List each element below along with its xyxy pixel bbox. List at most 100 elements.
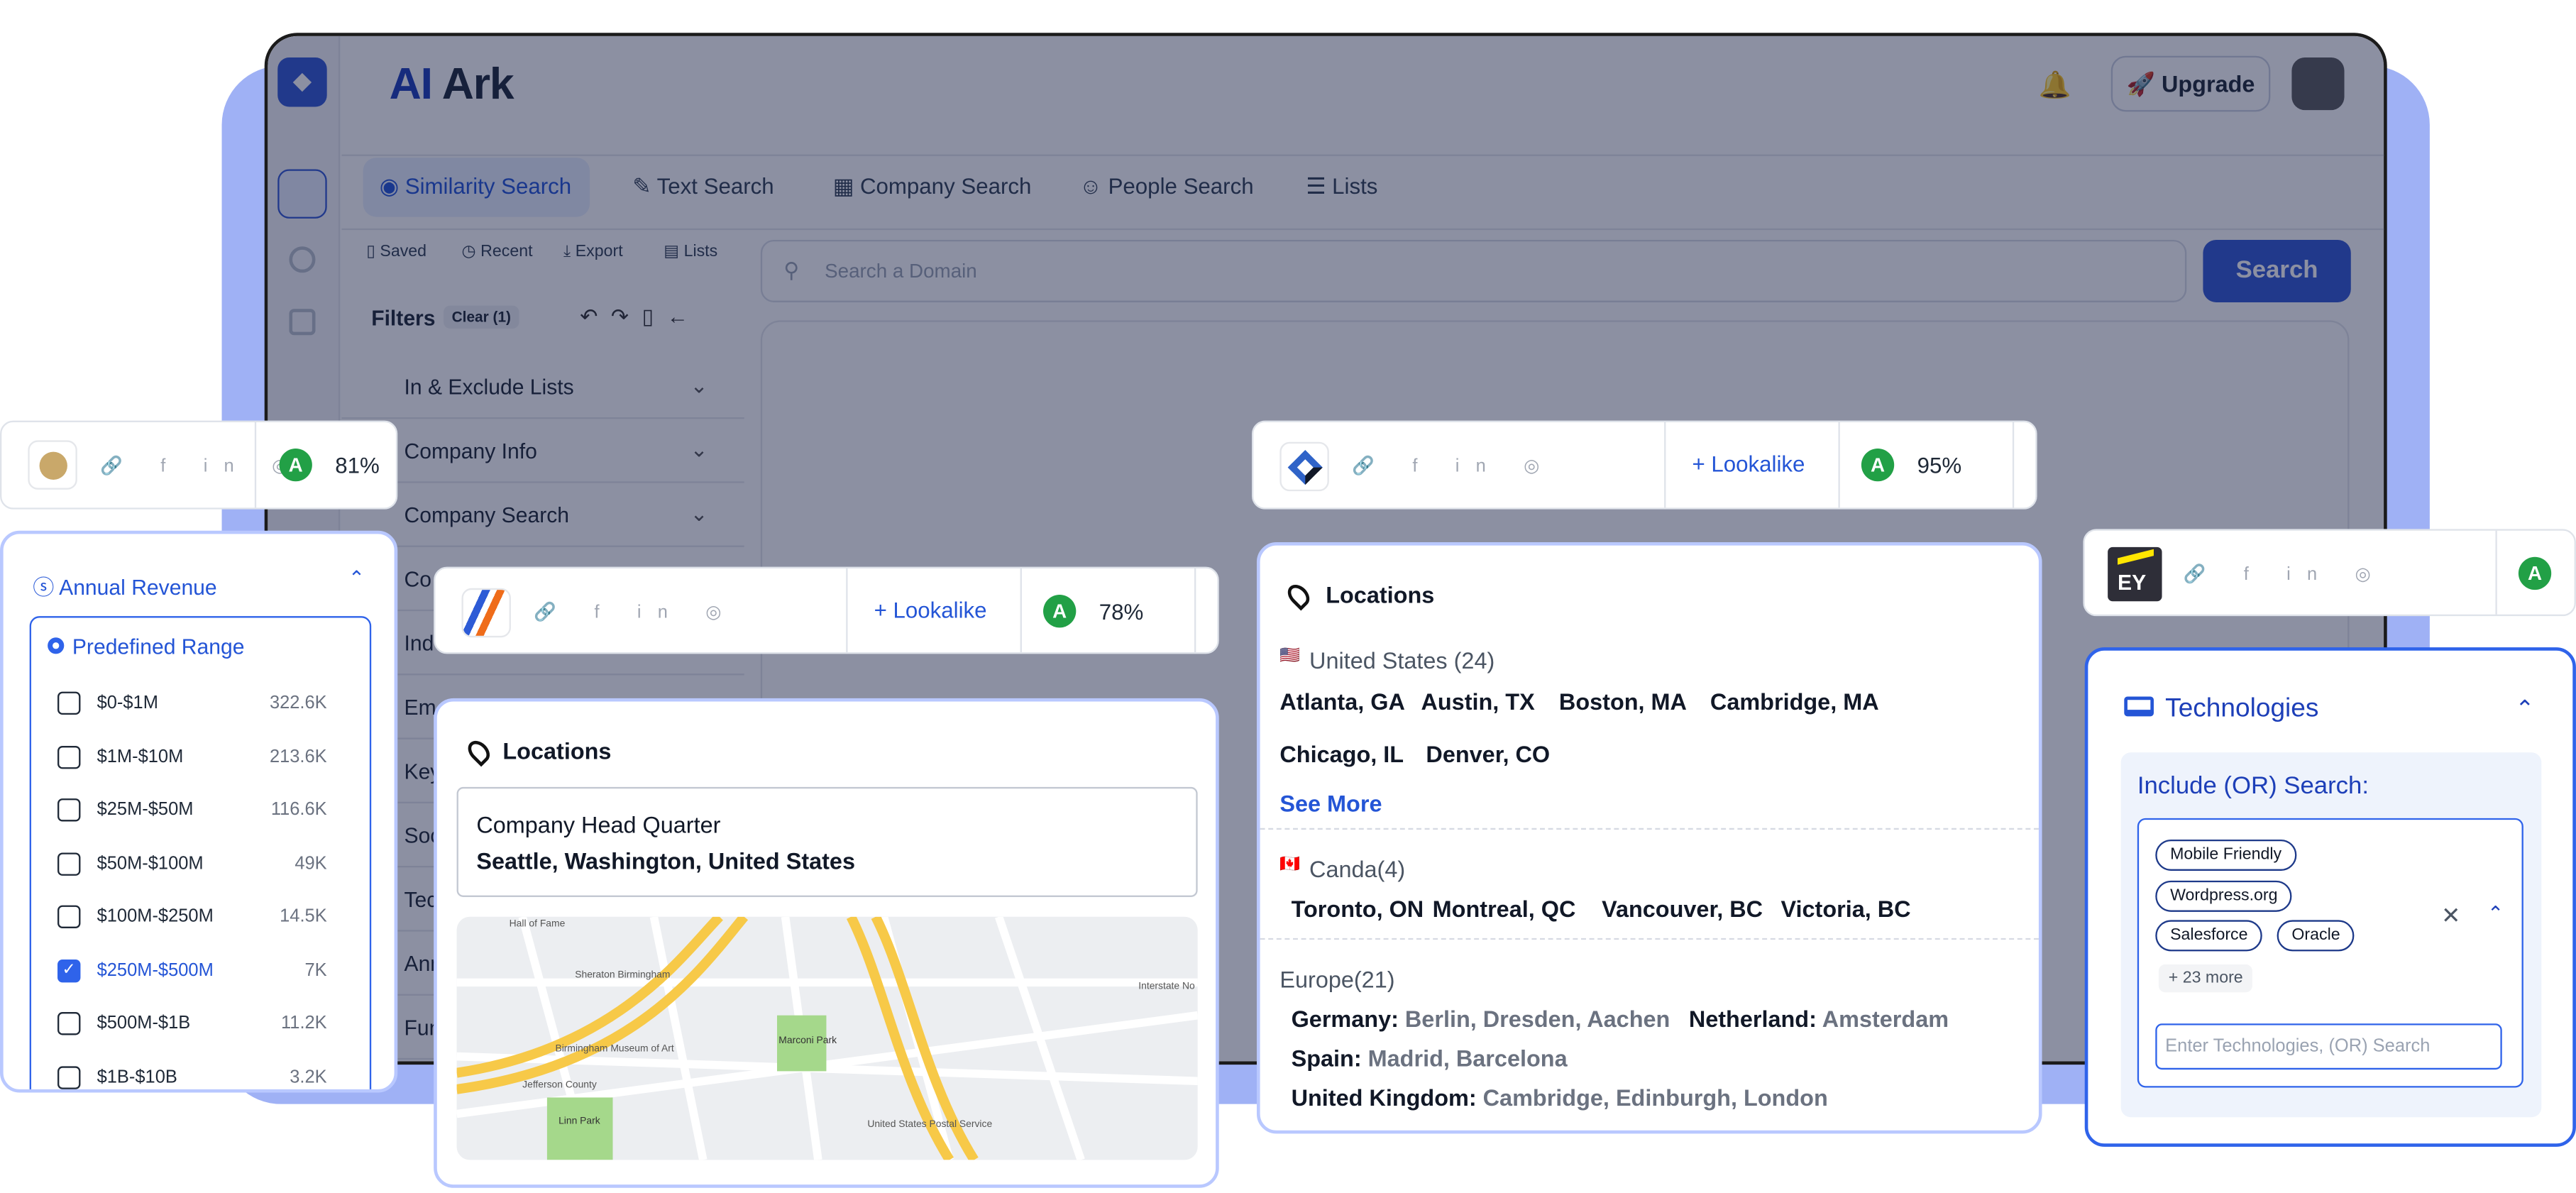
revenue-option-count: 3.2K (290, 1067, 327, 1087)
technologies-title: Technologies (2165, 695, 2319, 723)
revenue-option-label: $1B-$10B (97, 1067, 177, 1087)
checkbox-icon[interactable] (57, 691, 81, 715)
checkbox-icon[interactable] (57, 905, 81, 928)
company-card-95[interactable]: 🔗 f in ◎ + Lookalike A 95% (1252, 420, 2037, 510)
revenue-option-label: $500M-$1B (97, 1013, 191, 1034)
include-section: Include (OR) Search: Mobile Friendly Wor… (2120, 752, 2542, 1118)
city: Toronto, ON (1291, 895, 1424, 922)
social-links[interactable]: 🔗 f in ◎ (2184, 563, 2387, 585)
revenue-option-label: $50M-$100M (97, 853, 204, 874)
chevron-up-icon[interactable]: ⌃ (2515, 695, 2534, 722)
match-percent: 78% (1099, 599, 1144, 625)
country-cities: Cambridge, Edinburgh, London (1482, 1084, 1828, 1111)
park-area (546, 1097, 613, 1160)
social-links[interactable]: 🔗 f in ◎ (1352, 455, 1556, 477)
match-percent: 95% (1917, 453, 1962, 478)
tech-tag[interactable]: Mobile Friendly (2155, 839, 2296, 871)
revenue-option[interactable]: $0-$1M 322.6K (31, 677, 353, 730)
revenue-option[interactable]: $100M-$250M 14.5K (31, 891, 353, 943)
range-box: Predefined Range $0-$1M 322.6K $1M-$10M 213… (29, 616, 372, 1089)
divider (1260, 828, 2039, 830)
map-label: Interstate No (1138, 980, 1195, 991)
revenue-option-count: 116.6K (270, 800, 327, 820)
ey-logo-text: EY (2118, 570, 2147, 595)
revenue-option-label: $1M-$10M (97, 747, 184, 766)
revenue-option[interactable]: $25M-$50M 116.6K (31, 784, 353, 836)
country-cities: Amsterdam (1822, 1005, 1949, 1032)
tech-tag[interactable]: Wordpress.org (2155, 880, 2293, 912)
location-pin-icon (1283, 580, 1314, 611)
company-card-78[interactable]: 🔗 f in ◎ + Lookalike A 78% (434, 566, 1219, 654)
reliance-logo-icon (39, 451, 67, 480)
revenue-option-count: 49K (295, 853, 327, 874)
locations-title: Locations (1326, 581, 1435, 608)
lookalike-button[interactable]: + Lookalike (874, 598, 987, 623)
map-label: Sheraton Birmingham (575, 968, 670, 979)
checkbox-icon[interactable] (57, 852, 81, 875)
social-links[interactable]: 🔗 f in ◎ (100, 455, 304, 477)
revenue-title: Annual Revenue (59, 575, 217, 600)
grade-badge: A (1861, 448, 1895, 482)
divider (1664, 422, 1666, 508)
locations-title: Locations (502, 737, 612, 764)
tech-tag[interactable]: Salesforce (2155, 920, 2263, 952)
see-more-link[interactable]: See More (1279, 791, 1382, 817)
city: Vancouver, BC (1602, 895, 1763, 922)
annual-revenue-header[interactable]: ⓢ Annual Revenue (33, 570, 216, 601)
close-icon[interactable]: ✕ (2441, 902, 2460, 930)
company-card-81[interactable]: 🔗 f in ◎ A 81% (0, 420, 398, 510)
revenue-option-count: 322.6K (269, 693, 327, 713)
city: Atlanta, GA (1279, 688, 1405, 715)
company-card-ey[interactable]: EY 🔗 f in ◎ A (2083, 529, 2576, 617)
divider (1020, 568, 1022, 653)
hq-value: Seattle, Washington, United States (476, 847, 855, 874)
include-label: Include (OR) Search: (2137, 772, 2369, 801)
lookalike-button[interactable]: + Lookalike (1692, 452, 1805, 477)
more-tags[interactable]: + 23 more (2158, 964, 2253, 993)
checkbox-icon[interactable] (57, 1065, 81, 1089)
revenue-option-label: $250M-$500M (97, 960, 214, 980)
location-pin-icon (463, 736, 495, 767)
hq-label: Company Head Quarter (476, 811, 721, 838)
chevron-up-icon[interactable]: ⌃ (348, 567, 365, 590)
checkbox-checked-icon[interactable]: ✓ (57, 958, 81, 982)
checkbox-icon[interactable] (57, 744, 81, 769)
map-label: Linn Park (558, 1114, 600, 1126)
company-logo-icon (1287, 450, 1323, 485)
grade-badge: A (2518, 556, 2552, 590)
radio-selected-icon[interactable] (48, 637, 65, 654)
tech-search-placeholder: Enter Technologies, (OR) Search (2165, 1036, 2431, 1057)
revenue-option[interactable]: $1B-$10B 3.2K (31, 1050, 353, 1089)
tech-search-input[interactable]: Enter Technologies, (OR) Search (2155, 1023, 2502, 1070)
checkbox-icon[interactable] (57, 798, 81, 822)
map-label: Birmingham Museum of Art (555, 1043, 673, 1054)
laptop-icon (2124, 696, 2154, 717)
city: Victoria, BC (1780, 895, 1911, 922)
hq-map[interactable]: Hall of Fame Sheraton Birmingham Birming… (456, 916, 1198, 1160)
revenue-option-count: 14.5K (280, 906, 327, 927)
predefined-range-label: Predefined Range (72, 634, 245, 659)
social-links[interactable]: 🔗 f in ◎ (534, 601, 737, 623)
city: Boston, MA (1558, 688, 1687, 715)
city: Denver, CO (1426, 741, 1551, 768)
revenue-option-count: 7K (304, 960, 327, 980)
tech-tag[interactable]: Oracle (2277, 920, 2355, 952)
divider (1194, 568, 1196, 653)
revenue-option[interactable]: $500M-$1B 11.2K (31, 997, 353, 1050)
match-percent: 81% (335, 453, 380, 478)
map-label: Hall of Fame (510, 918, 566, 929)
revenue-option[interactable]: $1M-$10M 213.6K (31, 730, 353, 783)
revenue-option-count: 213.6K (269, 747, 327, 766)
country-cities: Berlin, Dresden, Aachen (1404, 1005, 1670, 1032)
europe-heading: Europe(21) (1279, 966, 1395, 993)
revenue-option[interactable]: ✓ $250M-$500M 7K (31, 944, 353, 996)
country-row: Germany: Berlin, Dresden, Aachen (1292, 1006, 1670, 1032)
chevron-up-icon[interactable]: ⌃ (2487, 902, 2504, 925)
city: Austin, TX (1421, 688, 1535, 715)
city: Montreal, QC (1432, 895, 1576, 922)
tech-select-box[interactable]: Mobile Friendly Wordpress.org Salesforce… (2137, 818, 2523, 1088)
revenue-option[interactable]: $50M-$100M 49K (31, 837, 353, 889)
checkbox-icon[interactable] (57, 1012, 81, 1035)
divider (2012, 422, 2015, 508)
us-flag-icon: 🇺🇸 (1279, 647, 1301, 666)
